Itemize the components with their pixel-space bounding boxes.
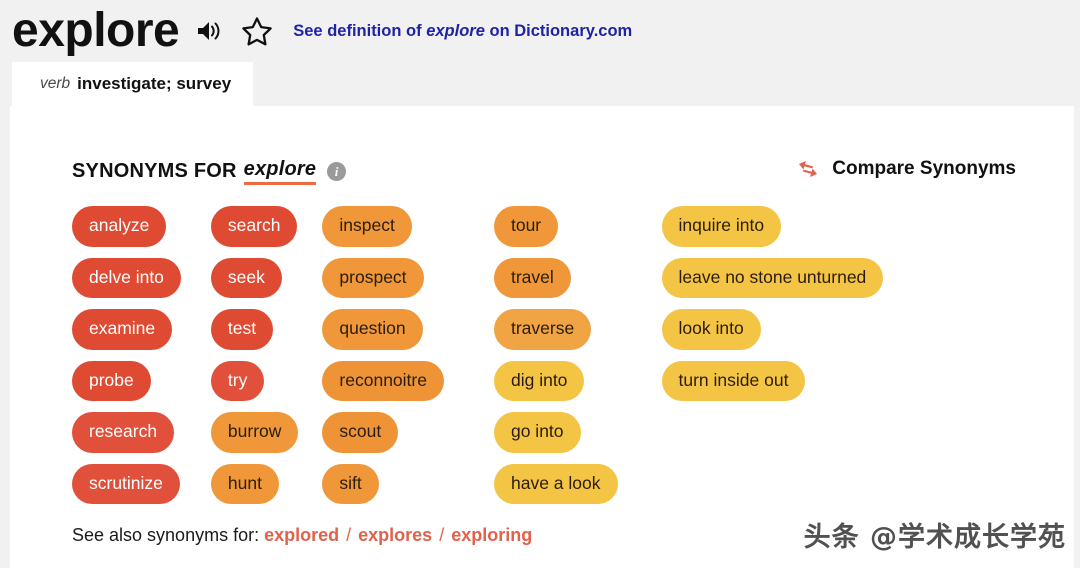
synonym-chip[interactable]: delve into <box>72 257 181 298</box>
synonym-chip[interactable]: research <box>72 412 175 453</box>
synonym-chip[interactable]: tour <box>493 206 559 247</box>
synonym-chip[interactable]: prospect <box>322 257 424 298</box>
synonym-chip[interactable]: leave no stone unturned <box>661 257 884 298</box>
synonym-chip[interactable]: analyze <box>72 206 167 247</box>
synonym-chip[interactable]: search <box>210 206 298 247</box>
synonym-chip[interactable]: burrow <box>210 412 299 453</box>
page-title: explore <box>12 4 180 57</box>
synonym-chip[interactable]: examine <box>72 309 173 350</box>
synonym-chip[interactable]: inspect <box>322 206 412 247</box>
synonym-chip[interactable]: travel <box>493 257 571 298</box>
synonym-chip[interactable]: look into <box>661 309 761 350</box>
compare-arrows-icon <box>795 158 821 180</box>
see-also-links: explored / explores / exploring <box>264 525 532 545</box>
tab-part-of-speech: verb <box>40 75 71 92</box>
synonym-chip[interactable]: sift <box>322 463 379 504</box>
info-icon[interactable]: i <box>327 162 347 181</box>
synonym-chip[interactable]: probe <box>72 360 151 401</box>
synonym-chip[interactable]: seek <box>210 257 282 298</box>
see-also-separator: / <box>341 525 357 545</box>
see-also-separator: / <box>434 525 450 545</box>
synonym-chip[interactable]: question <box>322 309 423 350</box>
synonym-columns: analyze delve into examine probe research scr… <box>72 206 1080 515</box>
see-also-link-explored[interactable]: explored <box>264 525 339 545</box>
right-edge-filler <box>1074 106 1080 568</box>
watermark: 头条 @学术成长学苑 <box>803 522 1066 553</box>
synonyms-title-word: explore <box>243 158 317 185</box>
synonym-chip[interactable]: scrutinize <box>72 463 180 504</box>
synonym-chip[interactable]: go into <box>493 412 581 453</box>
see-definition-suffix: on Dictionary.com <box>489 21 633 40</box>
synonym-chip[interactable]: try <box>210 360 265 401</box>
synonym-chip[interactable]: hunt <box>210 463 279 504</box>
synonym-column: analyze delve into examine probe research scr… <box>72 206 181 515</box>
see-also-row: See also synonyms for: explored / explor… <box>72 525 532 546</box>
speaker-icon[interactable] <box>195 16 225 46</box>
synonym-column: inspect prospect question reconnoitre scout s… <box>322 206 444 515</box>
compare-synonyms-button[interactable]: Compare Synonyms <box>795 158 1016 180</box>
synonyms-header-row: SYNONYMS FOR explore i Compare Synonyms <box>72 158 1026 190</box>
synonym-column: tour travel traverse dig into go into have a … <box>493 206 618 515</box>
synonym-column: search seek test try burrow hunt <box>210 206 299 515</box>
see-also-link-explores[interactable]: explores <box>358 525 432 545</box>
compare-synonyms-label: Compare Synonyms <box>832 158 1016 179</box>
synonyms-card: SYNONYMS FOR explore i Compare Synonyms … <box>10 106 1080 568</box>
synonym-chip[interactable]: reconnoitre <box>322 360 444 401</box>
synonym-chip[interactable]: test <box>210 309 274 350</box>
synonym-chip[interactable]: traverse <box>493 309 592 350</box>
page-header: explore See definition of explore on Dic… <box>0 0 1080 62</box>
synonym-chip[interactable]: scout <box>322 412 399 453</box>
see-definition-word: explore <box>426 21 485 40</box>
tab-strip: verb investigate; survey <box>0 62 1080 106</box>
synonym-chip[interactable]: dig into <box>493 360 585 401</box>
see-definition-prefix: See definition of <box>293 21 422 40</box>
tab-sense-label: investigate; survey <box>77 74 232 93</box>
synonym-column: inquire into leave no stone unturned look … <box>661 206 884 515</box>
see-also-link-exploring[interactable]: exploring <box>451 525 532 545</box>
synonym-chip[interactable]: inquire into <box>661 206 782 247</box>
see-also-label: See also synonyms for: <box>72 525 260 545</box>
synonym-chip[interactable]: have a look <box>493 463 618 504</box>
star-outline-icon[interactable] <box>241 15 273 47</box>
tab-verb-investigate-survey[interactable]: verb investigate; survey <box>12 62 254 106</box>
see-definition-link[interactable]: See definition of explore on Dictionary.… <box>293 22 632 41</box>
synonyms-title: SYNONYMS FOR explore i <box>72 158 347 185</box>
synonyms-title-prefix: SYNONYMS FOR <box>72 160 237 182</box>
synonym-chip[interactable]: turn inside out <box>661 360 806 401</box>
